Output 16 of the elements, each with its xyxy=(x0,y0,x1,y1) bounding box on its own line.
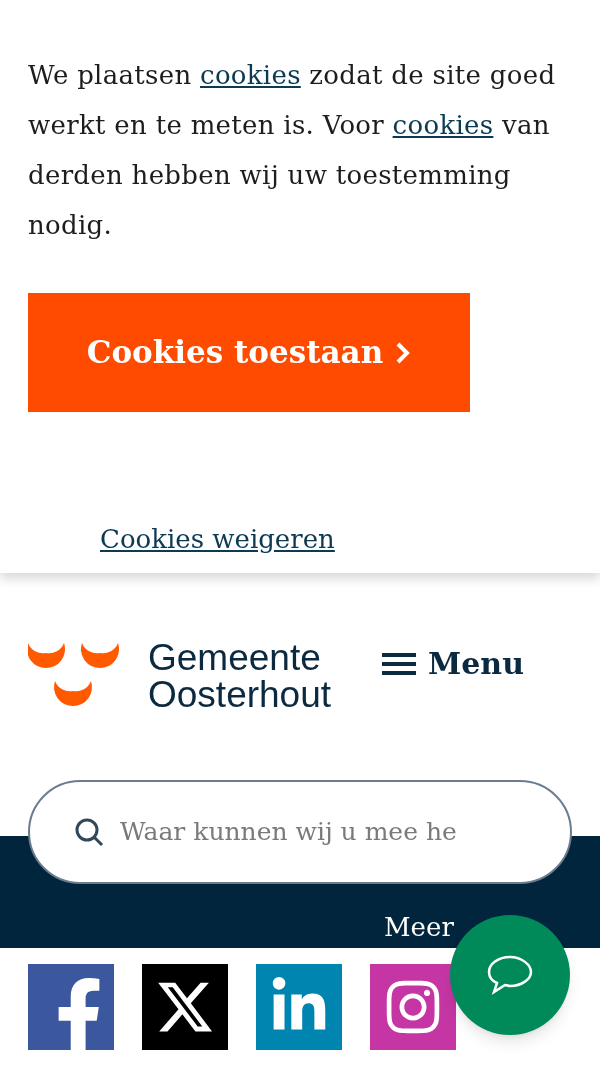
band-text[interactable]: Meer xyxy=(384,914,454,940)
menu-button[interactable]: Menu xyxy=(382,641,524,686)
cookies-link[interactable]: cookies xyxy=(392,110,494,140)
cookie-message: We plaatsen cookies zodat de site goed werkt en te meten is. Voor cookies van derden hebben wij uw toestemming nodig. xyxy=(28,59,557,242)
menu-icon xyxy=(382,651,417,676)
instagram-link[interactable] xyxy=(370,964,456,1050)
search-icon xyxy=(74,817,104,847)
logo-text: Gemeente Oosterhout xyxy=(148,639,332,713)
x-link[interactable] xyxy=(142,964,228,1050)
linkedin-link[interactable] xyxy=(256,964,342,1050)
chevron-right-icon xyxy=(395,340,412,365)
chat-icon xyxy=(486,954,534,996)
search-field[interactable]: Waar kunnen wij u mee he xyxy=(120,813,570,851)
cookies-link[interactable]: cookies xyxy=(200,60,301,90)
reject-cookies-link[interactable]: Cookies weigeren xyxy=(100,524,335,554)
search-bar[interactable]: Waar kunnen wij u mee he xyxy=(28,780,572,884)
